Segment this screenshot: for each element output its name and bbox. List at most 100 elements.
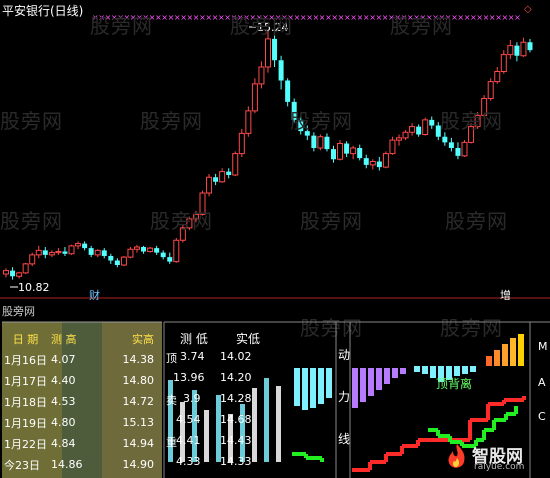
- candle-body: [108, 256, 114, 261]
- candle-body: [120, 256, 127, 266]
- row-date: 1月16日: [4, 353, 47, 367]
- momentum-bar: [470, 366, 476, 372]
- row-tag-top: 顶: [166, 352, 177, 365]
- candle-body: [278, 60, 284, 81]
- momentum-bar: [360, 368, 366, 402]
- candle-body: [62, 251, 68, 254]
- table-row: 1月16日 4.07 14.38: [2, 349, 162, 370]
- candle-body: [429, 119, 435, 126]
- candle-body: [344, 143, 350, 154]
- divergence-label: 顶背离: [436, 377, 473, 391]
- tag-cai: 财: [89, 288, 100, 300]
- table-row: 1月18日 4.53 14.72: [2, 391, 162, 412]
- row-pred-low: 4.54: [176, 413, 201, 426]
- momentum-bar: [318, 368, 324, 404]
- table-row: 1月17日 4.40 14.80: [2, 370, 162, 391]
- low-bar: [180, 402, 185, 462]
- candle-body: [520, 41, 527, 57]
- candle-body: [141, 247, 147, 252]
- candle-body: [396, 137, 402, 141]
- row-pred-high: 4.80: [51, 416, 76, 429]
- side-char-dong: 动: [338, 348, 351, 362]
- momentum-bar: [384, 368, 390, 384]
- candle-body: [409, 126, 416, 133]
- col-date: 日 期: [12, 332, 39, 346]
- row-pred-low: 3.9: [183, 392, 201, 405]
- candle-body: [416, 126, 422, 135]
- candlestick-chart[interactable]: × × × × × × × × × × × × × × × × × × × × × × × × × × × × × × × × × × × × × × × ×…: [0, 0, 550, 300]
- candle-body: [251, 83, 258, 112]
- row-date: 1月17日: [4, 374, 47, 388]
- candle-body: [422, 119, 429, 135]
- candle-body: [376, 161, 382, 168]
- row-actual-high: 14.94: [122, 437, 155, 450]
- candle-body: [35, 249, 42, 256]
- momentum-bar: [302, 368, 308, 410]
- histogram-bar: [518, 334, 524, 366]
- momentum-bar: [376, 368, 382, 390]
- candle-body: [127, 248, 134, 258]
- watermark: 股旁网: [290, 109, 353, 133]
- candle-body: [337, 143, 344, 160]
- candle-body: [48, 252, 55, 256]
- candle-body: [134, 246, 140, 250]
- candle-body: [500, 54, 507, 72]
- row-actual-high: 14.38: [122, 353, 155, 366]
- col-pred-low: 测 低: [180, 332, 208, 346]
- candle-body: [285, 80, 291, 102]
- candle-body: [167, 257, 173, 262]
- candle-body: [402, 131, 409, 139]
- col-pred-high: 测 高: [51, 332, 77, 346]
- momentum-bar: [414, 366, 420, 372]
- candle-body: [3, 270, 9, 275]
- row-date: 1月19日: [4, 416, 47, 430]
- watermark: 股旁网: [150, 209, 213, 233]
- candle-body: [514, 45, 520, 56]
- candle-body: [232, 153, 239, 176]
- row-actual-high: 14.90: [122, 458, 155, 471]
- candle-body: [16, 272, 23, 277]
- prediction-table: 日 期 测 高 实高 1月16日 4.07 14.38 1月17日 4.40 14.80…: [2, 328, 162, 475]
- candle-body: [382, 153, 389, 168]
- right-label-a: A: [538, 376, 546, 389]
- right-label-m: M: [538, 340, 548, 353]
- candle-body: [357, 148, 363, 159]
- candle-body: [75, 243, 82, 247]
- candle-body: [238, 132, 245, 155]
- indicator-panel-title: 股旁网: [2, 305, 35, 318]
- flame-icon: [448, 444, 465, 468]
- momentum-bar: [294, 368, 300, 406]
- candle-body: [272, 38, 278, 61]
- row-pred-high: 4.53: [51, 395, 76, 408]
- watermark: 股旁网: [300, 209, 363, 233]
- diamond-icon: ◇: [524, 4, 532, 15]
- low-bar: [204, 410, 209, 462]
- candle-body: [206, 176, 213, 194]
- candle-body: [448, 142, 454, 148]
- histogram-bar: [510, 338, 516, 366]
- candle-body: [88, 248, 94, 255]
- momentum-bar: [352, 368, 358, 408]
- candle-body: [350, 147, 357, 155]
- table-row: 1月19日 4.80 15.13: [2, 412, 162, 433]
- momentum-bar: [462, 366, 468, 374]
- momentum-bar: [422, 366, 428, 374]
- candle-body: [22, 263, 29, 274]
- table-row: 1月22日 4.84 14.94: [2, 433, 162, 454]
- histogram-bar: [502, 344, 508, 366]
- right-histogram-group: [486, 334, 524, 366]
- candle-body: [213, 177, 219, 182]
- low-bar: [264, 378, 269, 462]
- candle-body: [173, 239, 180, 263]
- candle-body: [442, 136, 448, 143]
- row-pred-high: 4.40: [51, 374, 76, 387]
- histogram-bar: [486, 356, 492, 366]
- tag-zeng: 增: [500, 288, 511, 300]
- row-pred-high: 4.84: [51, 437, 76, 450]
- candle-body: [494, 71, 501, 83]
- candle-body: [226, 171, 232, 175]
- candle-body: [258, 66, 265, 85]
- row-pred-high: 4.07: [51, 353, 76, 366]
- row-date: 今23日: [4, 458, 40, 472]
- momentum-bar: [326, 368, 332, 398]
